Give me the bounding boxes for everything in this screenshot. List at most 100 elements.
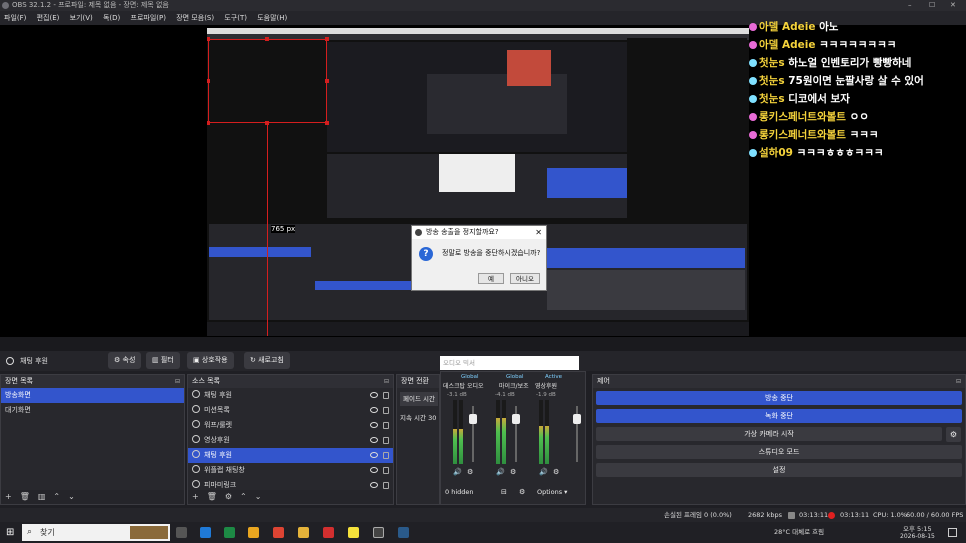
- volume-slider[interactable]: [469, 406, 477, 462]
- channel-settings-icon[interactable]: ⚙: [510, 468, 516, 476]
- mixer-search-input[interactable]: 오디오 믹서: [440, 356, 579, 370]
- channel-name: 데스크탑 오디오: [443, 383, 484, 390]
- source-item[interactable]: 채팅 후원: [188, 448, 393, 463]
- stop-recording-button[interactable]: 녹화 중단: [596, 409, 962, 423]
- weather-widget[interactable]: 28°C 대체로 흐림: [774, 525, 824, 540]
- interact-button[interactable]: ▣ 상호작용: [187, 352, 234, 369]
- duration-value[interactable]: 30: [428, 414, 436, 422]
- visibility-eye-icon[interactable]: [370, 437, 378, 443]
- resize-handle[interactable]: [207, 121, 210, 125]
- lock-icon[interactable]: [383, 452, 389, 459]
- mixer-options-button[interactable]: Options ▾: [537, 485, 567, 499]
- visibility-eye-icon[interactable]: [370, 482, 378, 488]
- source-item[interactable]: 위플랩 채팅창: [188, 463, 393, 478]
- chrome-icon[interactable]: [273, 527, 284, 538]
- resize-handle[interactable]: [325, 37, 329, 41]
- source-item[interactable]: 영상후원: [188, 433, 393, 448]
- opera-icon[interactable]: [323, 527, 334, 538]
- volume-slider[interactable]: [573, 406, 581, 462]
- menu-tools[interactable]: 도구(T): [224, 14, 247, 22]
- dock-menu-icon[interactable]: ⊟: [175, 375, 180, 388]
- resize-handle[interactable]: [207, 79, 210, 83]
- mute-speaker-icon[interactable]: 🔊: [539, 468, 548, 476]
- lock-icon[interactable]: [383, 437, 389, 444]
- lock-icon[interactable]: [383, 422, 389, 429]
- add-scene-icon[interactable]: +: [5, 492, 12, 501]
- lock-icon[interactable]: [383, 407, 389, 414]
- lock-icon[interactable]: [383, 392, 389, 399]
- move-up-icon[interactable]: ⌃: [240, 492, 247, 501]
- menu-profile[interactable]: 프로파일(P): [131, 14, 166, 22]
- selection-box[interactable]: [208, 39, 327, 123]
- dock-menu-icon[interactable]: ⊟: [956, 375, 961, 388]
- visibility-eye-icon[interactable]: [370, 407, 378, 413]
- mute-speaker-icon[interactable]: 🔊: [453, 468, 462, 476]
- visibility-eye-icon[interactable]: [370, 467, 378, 473]
- dialog-close-icon[interactable]: ✕: [535, 226, 542, 239]
- channel-settings-icon[interactable]: ⚙: [467, 468, 473, 476]
- mute-speaker-icon[interactable]: 🔊: [496, 468, 505, 476]
- steam-icon[interactable]: [398, 527, 409, 538]
- resize-handle[interactable]: [265, 37, 269, 41]
- filters-button[interactable]: ▥ 필터: [146, 352, 180, 369]
- clock-date[interactable]: 2026-08-15: [900, 533, 935, 540]
- volume-slider[interactable]: [512, 406, 520, 462]
- dock-menu-icon[interactable]: ⊟: [384, 375, 389, 388]
- visibility-eye-icon[interactable]: [370, 392, 378, 398]
- add-source-icon[interactable]: +: [192, 492, 199, 501]
- taskbar-search[interactable]: ⌕ 찾기: [22, 524, 170, 541]
- menu-docks[interactable]: 독(D): [103, 14, 120, 22]
- source-item[interactable]: 채팅 후원: [188, 388, 393, 403]
- source-item[interactable]: 미션목록: [188, 403, 393, 418]
- virtual-camera-settings-icon[interactable]: ⚙: [946, 427, 961, 442]
- file-explorer-icon[interactable]: [298, 527, 309, 538]
- task-view-icon[interactable]: [176, 527, 187, 538]
- resize-handle[interactable]: [325, 79, 329, 83]
- menu-view[interactable]: 보기(V): [70, 14, 93, 22]
- excel-icon[interactable]: [224, 527, 235, 538]
- menu-edit[interactable]: 편집(E): [37, 14, 60, 22]
- move-up-icon[interactable]: ⌃: [53, 492, 60, 501]
- mixer-settings-icon[interactable]: ⚙: [519, 488, 525, 496]
- dialog-no-button[interactable]: 아니오: [510, 273, 540, 284]
- source-settings-icon[interactable]: ⚙: [225, 492, 232, 501]
- obs-taskbar-icon[interactable]: [373, 527, 384, 538]
- studio-mode-button[interactable]: 스튜디오 모드: [596, 445, 962, 459]
- settings-button[interactable]: 설정: [596, 463, 962, 477]
- notification-icon[interactable]: [948, 528, 957, 537]
- menu-help[interactable]: 도움말(H): [257, 14, 287, 22]
- kakaotalk-icon[interactable]: [348, 527, 359, 538]
- scene-filter-icon[interactable]: ▥: [38, 492, 46, 501]
- menu-scene-collection[interactable]: 장면 모음(S): [176, 14, 214, 22]
- move-down-icon[interactable]: ⌄: [255, 492, 262, 501]
- resize-handle[interactable]: [207, 37, 210, 41]
- menu-file[interactable]: 파일(F): [4, 14, 26, 22]
- browser-source-icon: [192, 450, 200, 458]
- browser-source-icon: [192, 465, 200, 473]
- windows-start-icon[interactable]: ⊞: [6, 527, 17, 538]
- edge-icon[interactable]: [200, 527, 211, 538]
- transitions-dock-header: 장면 전환: [397, 375, 439, 388]
- lock-icon[interactable]: [383, 467, 389, 474]
- remove-scene-icon[interactable]: 🗑: [20, 492, 30, 501]
- properties-button[interactable]: ⚙ 속성: [108, 352, 142, 369]
- scene-item[interactable]: 방송화면: [1, 388, 184, 403]
- lock-icon[interactable]: [383, 482, 389, 489]
- clock-time[interactable]: 오후 5:15: [903, 523, 932, 533]
- visibility-eye-icon[interactable]: [370, 452, 378, 458]
- visibility-eye-icon[interactable]: [370, 422, 378, 428]
- hidden-count[interactable]: 0 hidden: [445, 485, 485, 499]
- move-down-icon[interactable]: ⌄: [68, 492, 75, 501]
- remove-source-icon[interactable]: 🗑: [207, 492, 217, 501]
- source-item[interactable]: 워프/룰렛: [188, 418, 393, 433]
- refresh-button[interactable]: ↻ 새로고침: [244, 352, 290, 369]
- scene-item[interactable]: 대기화면: [1, 403, 184, 418]
- channel-settings-icon[interactable]: ⚙: [553, 468, 559, 476]
- mixer-layout-icon[interactable]: ⊟: [501, 488, 507, 496]
- transition-select[interactable]: 페이드 시간: [400, 392, 438, 406]
- photos-icon[interactable]: [248, 527, 259, 538]
- resize-handle[interactable]: [325, 121, 329, 125]
- stop-stream-button[interactable]: 방송 중단: [596, 391, 962, 405]
- dialog-yes-button[interactable]: 예: [478, 273, 504, 284]
- start-virtual-camera-button[interactable]: 가상 카메라 시작: [596, 427, 942, 441]
